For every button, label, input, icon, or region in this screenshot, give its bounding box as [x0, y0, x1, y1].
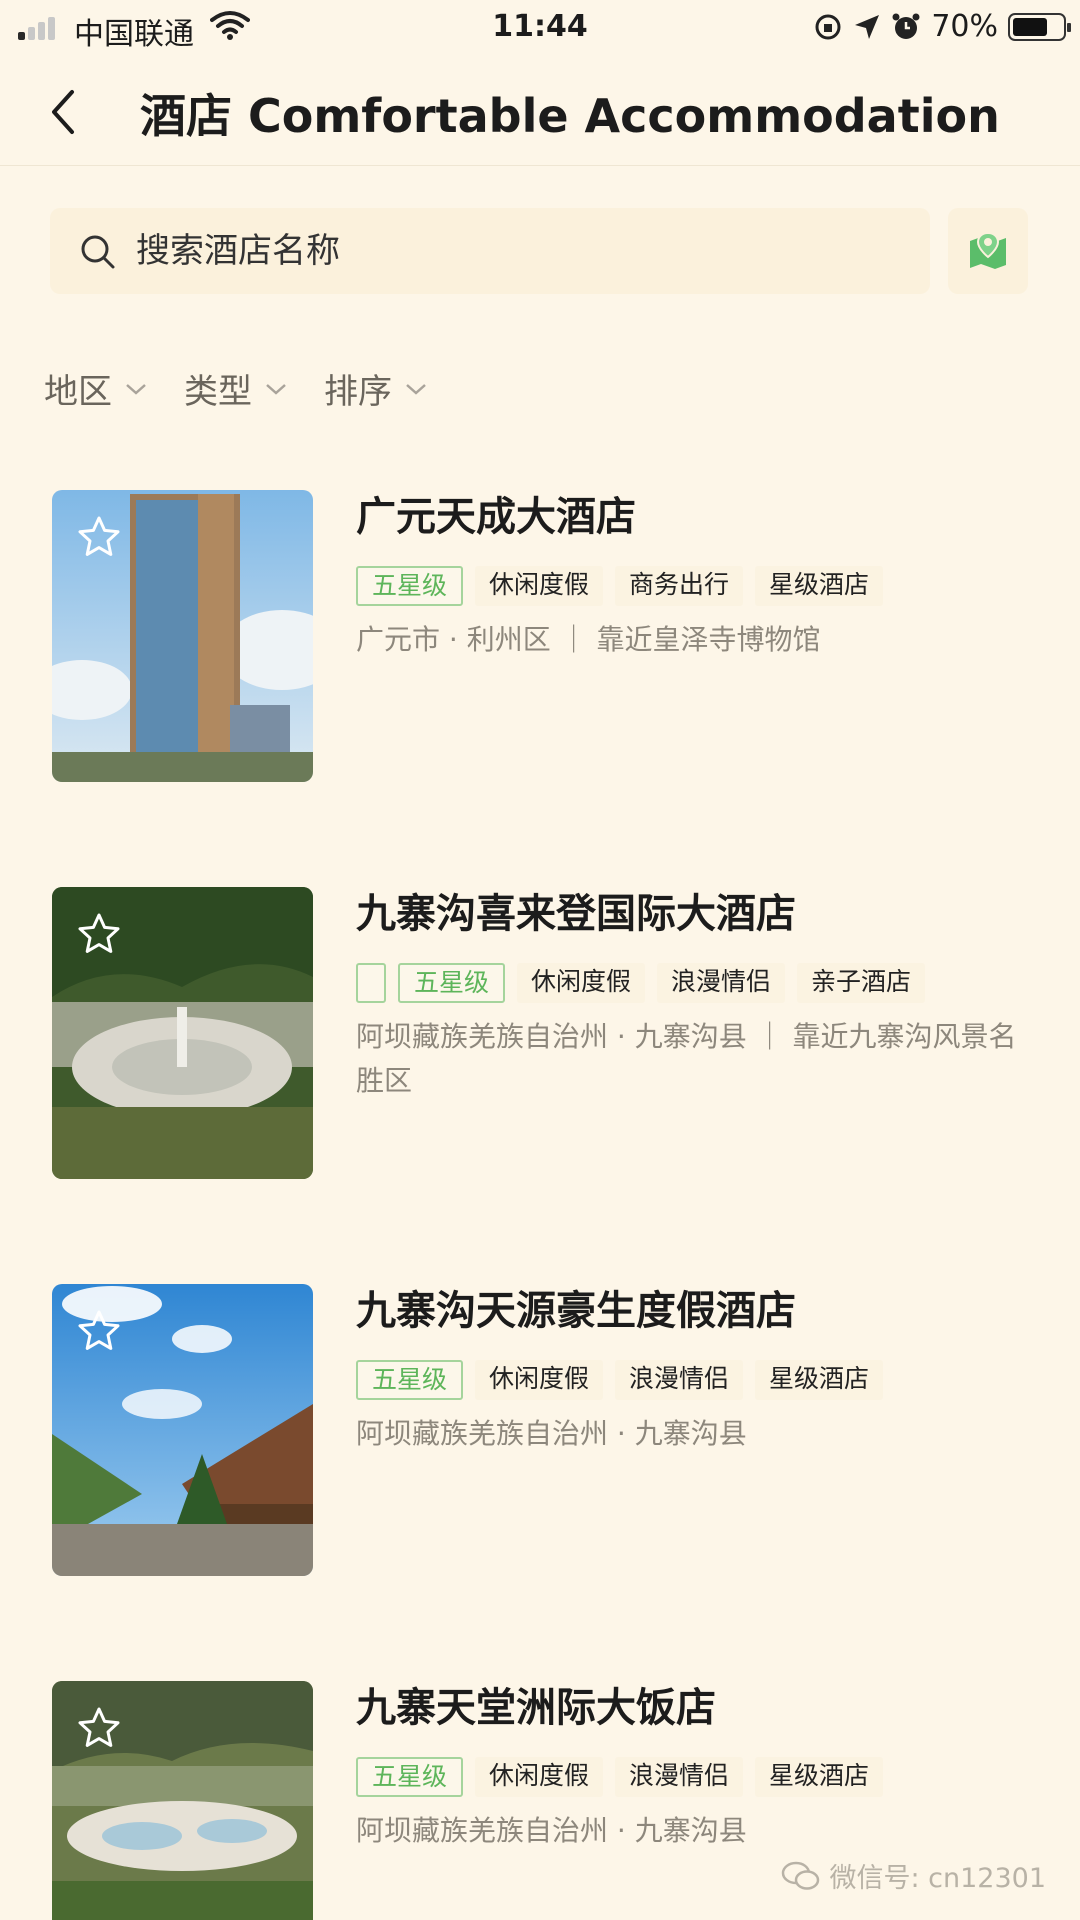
- tag-list: 五星级 休闲度假 浪漫情侣 亲子酒店: [356, 963, 1036, 1003]
- chevron-down-icon: [406, 383, 426, 395]
- chevron-down-icon: [126, 383, 146, 395]
- filter-label: 类型: [184, 372, 252, 412]
- hotel-photo: [52, 1284, 313, 1576]
- filter-type[interactable]: 类型: [184, 364, 288, 413]
- filter-label: 地区: [44, 372, 112, 412]
- star-outline-icon[interactable]: [76, 1705, 122, 1751]
- hotel-name: 九寨沟喜来登国际大酒店: [356, 891, 796, 937]
- category-tag: 亲子酒店: [797, 963, 926, 1003]
- status-bar: 中国联通 11:44 70%: [0, 0, 1080, 56]
- chevron-left-icon[interactable]: [40, 82, 90, 142]
- watermark-text: 微信号: cn12301: [829, 1863, 1046, 1894]
- category-tag: 星级酒店: [755, 1360, 884, 1400]
- category-tag: 休闲度假: [517, 963, 646, 1003]
- hotel-card[interactable]: 广元天成大酒店 五星级 休闲度假 商务出行 星级酒店 广元市 · 利州区 ｜ 靠…: [52, 490, 1042, 782]
- map-pin-icon: [970, 231, 1006, 269]
- battery-level: [1013, 17, 1047, 36]
- status-indicators: 70%: [813, 9, 1071, 44]
- empty-tag: [356, 963, 386, 1003]
- filter-label: 排序: [324, 372, 392, 412]
- hotel-name: 九寨天堂洲际大饭店: [356, 1685, 716, 1731]
- battery-icon: [1008, 12, 1071, 41]
- watermark: 微信号: cn12301: [781, 1856, 1046, 1895]
- hotel-name: 九寨沟天源豪生度假酒店: [356, 1288, 796, 1334]
- search-bar[interactable]: [50, 208, 930, 294]
- star-outline-icon[interactable]: [76, 1308, 122, 1354]
- filter-region[interactable]: 地区: [44, 364, 148, 413]
- category-tag: 浪漫情侣: [615, 1757, 744, 1797]
- star-outline-icon[interactable]: [76, 514, 122, 560]
- chevron-down-icon: [266, 383, 286, 395]
- hotel-name: 广元天成大酒店: [356, 494, 636, 540]
- battery-percent: 70%: [931, 9, 998, 44]
- category-tag: 休闲度假: [475, 1757, 604, 1797]
- page-title: 酒店 Comfortable Accommodation: [140, 89, 1000, 143]
- hotel-location: 阿坝藏族羌族自治州 · 九寨沟县 ｜ 靠近九寨沟风景名胜区: [356, 1020, 1017, 1097]
- filter-bar: 地区 类型 排序: [44, 364, 428, 413]
- category-tag: 星级酒店: [755, 1757, 884, 1797]
- tag-list: 五星级 休闲度假 浪漫情侣 星级酒店: [356, 1360, 1036, 1400]
- hotel-card[interactable]: 九寨沟喜来登国际大酒店 五星级 休闲度假 浪漫情侣 亲子酒店 阿坝藏族羌族自治州…: [52, 887, 1042, 1179]
- hotel-location: 阿坝藏族羌族自治州 · 九寨沟县: [356, 1814, 747, 1847]
- orientation-lock-icon: [815, 14, 841, 39]
- tag-list: 五星级 休闲度假 浪漫情侣 星级酒店: [356, 1757, 1036, 1797]
- category-tag: 休闲度假: [475, 566, 604, 606]
- star-rating-tag: 五星级: [356, 1360, 464, 1400]
- hotel-info: 九寨沟喜来登国际大酒店 五星级 休闲度假 浪漫情侣 亲子酒店 阿坝藏族羌族自治州…: [356, 887, 1036, 1103]
- hotel-info: 九寨沟天源豪生度假酒店 五星级 休闲度假 浪漫情侣 星级酒店 阿坝藏族羌族自治州…: [356, 1284, 1036, 1456]
- hotel-photo: [52, 1681, 313, 1920]
- hotel-location: 广元市 · 利州区 ｜ 靠近皇泽寺博物馆: [356, 623, 821, 656]
- hotel-photo: [52, 490, 313, 782]
- category-tag: 星级酒店: [755, 566, 884, 606]
- location-arrow-icon: [855, 14, 880, 39]
- search-input[interactable]: [136, 208, 896, 294]
- category-tag: 浪漫情侣: [657, 963, 786, 1003]
- alarm-icon: [892, 13, 920, 39]
- wechat-icon: [782, 1861, 820, 1890]
- hotel-info: 广元天成大酒店 五星级 休闲度假 商务出行 星级酒店 广元市 · 利州区 ｜ 靠…: [356, 490, 1036, 662]
- nav-bar: 酒店 Comfortable Accommodation: [0, 56, 1080, 166]
- hotel-location: 阿坝藏族羌族自治州 · 九寨沟县: [356, 1417, 747, 1450]
- search-icon: [81, 235, 115, 269]
- filter-sort[interactable]: 排序: [324, 364, 428, 413]
- category-tag: 浪漫情侣: [615, 1360, 744, 1400]
- map-button[interactable]: [948, 208, 1028, 294]
- hotel-card[interactable]: 九寨沟天源豪生度假酒店 五星级 休闲度假 浪漫情侣 星级酒店 阿坝藏族羌族自治州…: [52, 1284, 1042, 1576]
- hotel-info: 九寨天堂洲际大饭店 五星级 休闲度假 浪漫情侣 星级酒店 阿坝藏族羌族自治州 ·…: [356, 1681, 1036, 1853]
- category-tag: 休闲度假: [475, 1360, 604, 1400]
- tag-list: 五星级 休闲度假 商务出行 星级酒店: [356, 566, 1036, 606]
- category-tag: 商务出行: [615, 566, 744, 606]
- hotel-list-page: 中国联通 11:44 70% 酒店 Comfortable Accommodat…: [0, 0, 1080, 1920]
- star-rating-tag: 五星级: [398, 963, 506, 1003]
- star-rating-tag: 五星级: [356, 1757, 464, 1797]
- star-rating-tag: 五星级: [356, 566, 464, 606]
- hotel-photo: [52, 887, 313, 1179]
- star-outline-icon[interactable]: [76, 911, 122, 957]
